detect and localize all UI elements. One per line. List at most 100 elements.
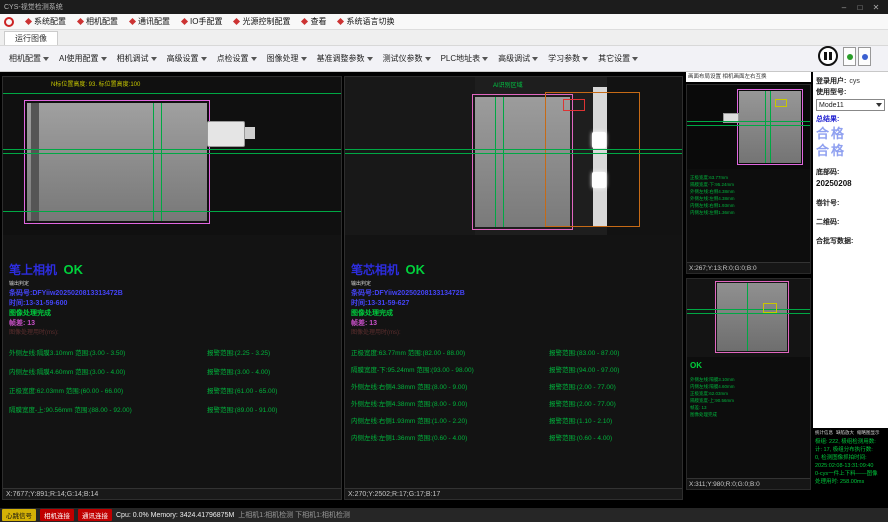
measurement-value: 正极宽度:63.77mm 范围:(82.00 - 88.00): [351, 347, 549, 357]
stats-line: 极组: 222, 极组检测用数:: [815, 438, 886, 446]
model-select[interactable]: Mode11: [816, 99, 885, 111]
menu-items: 系统配置 相机配置 通讯配置 IO手配置: [20, 16, 400, 27]
result-box: 合格: [816, 125, 885, 142]
overlay-line: [770, 91, 771, 163]
toolbar-item[interactable]: 测试仪参数: [378, 53, 436, 64]
menu-item-label: 系统语言切换: [346, 16, 394, 27]
result-ok: OK: [405, 262, 425, 277]
thumbnail-image-1[interactable]: [687, 85, 810, 169]
menu-item[interactable]: 光源控制配置: [228, 16, 296, 27]
menu-item[interactable]: 查看: [296, 16, 332, 27]
output-judge-label: 输出判定: [351, 280, 676, 287]
overlay-line: [687, 121, 810, 122]
toolbar-item[interactable]: 高级调试: [493, 53, 543, 64]
toolbar-item-label: 相机配置: [9, 53, 41, 64]
settings-tool-button[interactable]: [858, 47, 871, 66]
toolbar-item[interactable]: AI使用配置: [54, 53, 112, 64]
measurement-value: 内侧左线:右侧1.93mm 范围:(1.00 - 2.20): [351, 415, 549, 425]
measurement-row: 外侧左线:隔膜3.10mm 范围:(3.00 - 3.50) 报警范围:(2.2…: [9, 347, 335, 357]
chevron-down-icon: [632, 57, 638, 61]
stats-line: 处理用时: 258.00ms: [815, 478, 886, 486]
thumbnail-text-line: 内侧左线:隔膜4.60mm: [690, 383, 807, 390]
status-text: 图像处理完成: [9, 309, 335, 319]
part-edge: [31, 103, 39, 221]
menu-item[interactable]: 系统语言切换: [332, 16, 400, 27]
menu-item[interactable]: IO手配置: [176, 16, 228, 27]
info-panel: 登录用户: cys 使用型号: Mode11 总结果: 合格合格 底部码: 20…: [813, 72, 888, 428]
thumbnail-panel-2: OK 外侧左线:隔膜3.10mm内侧左线:隔膜4.60mm正极宽度:62.03m…: [686, 278, 811, 490]
stats-tab[interactable]: 缺陷放大: [836, 430, 854, 436]
machine-bg: [345, 77, 475, 235]
cpu-memory-text: Cpu: 0.0% Memory: 3424.41796875M: [116, 512, 234, 519]
batch-write-label: 合批写数据:: [816, 236, 885, 247]
camera-title: 笔上相机: [9, 263, 57, 277]
thumbnail-text-line: 正极宽度:62.03mm: [690, 390, 807, 397]
measurement-row: 内侧左线:左侧1.36mm 范围:(0.60 - 4.00) 报警范围:(0.6…: [351, 432, 676, 442]
toolbar-item[interactable]: 其它设置: [593, 53, 643, 64]
camera-result-right: 笔芯相机 OK 输出判定 条码号:DFYiiw2025020813313472B…: [345, 235, 682, 488]
thumbnail-text-line: 隔膜宽度-上:90.56mm: [690, 397, 807, 404]
overlay-line: [345, 149, 682, 150]
measurement-list: 外侧左线:隔膜3.10mm 范围:(3.00 - 3.50) 报警范围:(2.2…: [9, 347, 335, 414]
camera-image-right[interactable]: AI识别区域: [345, 77, 682, 235]
pause-button[interactable]: [818, 46, 838, 66]
pixel-coords-right: X:270;Y:2502;R:17;G:17;B:17: [345, 488, 682, 499]
menu-item[interactable]: 通讯配置: [124, 16, 176, 27]
camera-result-left: 笔上相机 OK 输出判定 条码号:DFYiiw2025020813313472B…: [3, 235, 341, 488]
toolbar-item-label: 基准调整参数: [317, 53, 365, 64]
time-text: 时间:13-31-59-627: [351, 299, 676, 309]
barcode-text: 条码号:DFYiiw2025020813313472B: [9, 289, 335, 299]
close-button[interactable]: ✕: [868, 3, 884, 12]
roll-pin-label: 卷针号:: [816, 198, 885, 209]
toolbar-item[interactable]: 相机调试: [112, 53, 162, 64]
stats-tabs: 统计信息缺陷放大缩略图显示: [815, 430, 886, 436]
tab-run-image[interactable]: 运行图像: [4, 31, 58, 45]
camera-image-left[interactable]: N标位置高度: 93. 标位置高度:100: [3, 77, 341, 235]
heartbeat-badge[interactable]: 心跳信号: [2, 509, 36, 521]
toolbar-item[interactable]: 学习参数: [543, 53, 593, 64]
toolbar-items: 相机配置 AI使用配置 相机调试 高级设置: [4, 53, 643, 64]
connector-tip: [245, 127, 255, 139]
menu-item-label: 光源控制配置: [242, 16, 290, 27]
menu-item[interactable]: 系统配置: [20, 16, 72, 27]
camera-connect-badge[interactable]: 相机连接: [40, 509, 74, 521]
alarm-range: 报警范围:(61.00 - 65.00): [207, 385, 335, 395]
camera-tool-button[interactable]: [843, 47, 856, 66]
toolbar-item-label: 其它设置: [598, 53, 630, 64]
comm-connect-badge[interactable]: 通讯连接: [78, 509, 112, 521]
model-select-value: Mode11: [819, 102, 844, 109]
stats-lines: 极组: 222, 极组检测用数:计: 17, 极组分布执行数:0, 检测图像抓拍…: [815, 438, 886, 486]
menu-item-label: 查看: [310, 16, 326, 27]
barcode-text: 条码号:DFYiiw2025020813313472B: [351, 289, 676, 299]
total-result-label: 总结果:: [816, 114, 885, 125]
toolbar-item[interactable]: 基准调整参数: [312, 53, 378, 64]
stats-line: 计: 17, 极组分布执行数:: [815, 446, 886, 454]
thumbnail-text-line: 外侧左线:左侧4.38mm: [690, 195, 807, 202]
alarm-range: 报警范围:(1.10 - 2.10): [549, 415, 676, 425]
toolbar-item-label: 高级设置: [167, 53, 199, 64]
stats-tab[interactable]: 缩略图显示: [857, 430, 880, 436]
layout-settings-bar[interactable]: 画面布局设置 相机画面左右互换: [686, 72, 811, 82]
toolbar-item-label: 相机调试: [117, 53, 149, 64]
stats-tab[interactable]: 统计信息: [815, 430, 833, 436]
toolbar-item[interactable]: 点检设置: [212, 53, 262, 64]
toolbar-item[interactable]: PLC地址表: [436, 53, 494, 64]
toolbar-item[interactable]: 相机配置: [4, 53, 54, 64]
app-window: CYS-视觉检测系统 – □ ✕ 系统配置 相机配置 通讯配置: [0, 0, 888, 522]
minimize-button[interactable]: –: [836, 3, 852, 12]
login-user-value: cys: [849, 78, 860, 85]
thumbnail-image-2[interactable]: [687, 279, 810, 357]
status-text: 图像处理完成: [351, 309, 676, 319]
chevron-down-icon: [43, 57, 49, 61]
menu-item-icon: [181, 18, 188, 25]
result-ok: OK: [687, 361, 702, 370]
chevron-down-icon: [251, 57, 257, 61]
toolbar-item[interactable]: 图像处理: [262, 53, 312, 64]
time-text: 时间:13-31-59-600: [9, 299, 335, 309]
chevron-down-icon: [876, 103, 882, 107]
menu-item[interactable]: 相机配置: [72, 16, 124, 27]
toolbar-item[interactable]: 高级设置: [162, 53, 212, 64]
maximize-button[interactable]: □: [852, 3, 868, 12]
pixel-coords-thumb-2: X:311;Y:980;R:0;G:0;B:0: [687, 478, 810, 489]
alarm-range: 报警范围:(89.00 - 91.00): [207, 404, 335, 414]
